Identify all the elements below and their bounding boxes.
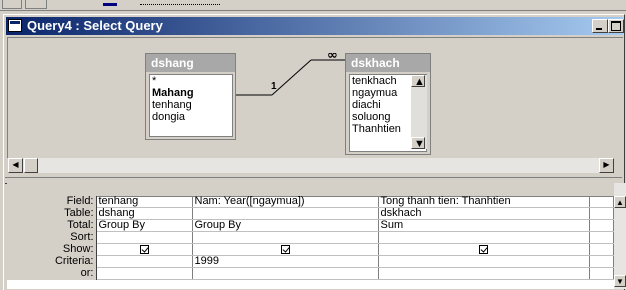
row-label: Field: [7, 196, 97, 208]
grid-cell[interactable] [192, 267, 379, 280]
table-dskhach[interactable]: dskhach tenkhach ngaymua diachi soluong … [345, 53, 431, 155]
field-item[interactable]: * [150, 75, 232, 87]
table-title[interactable]: dshang [146, 54, 235, 72]
table-dshang[interactable]: dshang * Mahang tenhang dongia [145, 53, 236, 140]
grid-cell[interactable]: Sum [378, 219, 590, 232]
grid-column-selectors[interactable] [7, 183, 614, 197]
field-item-key[interactable]: Mahang [150, 87, 232, 99]
query-window-icon[interactable] [8, 19, 22, 32]
scroll-down-button[interactable]: ▼ [614, 275, 626, 287]
field-list-scrollbar[interactable]: ▲ ▼ [411, 75, 427, 150]
table-title[interactable]: dskhach [346, 54, 430, 72]
row-label: Show: [7, 243, 97, 256]
grid-row-field: Field: tenhang Nam: Year([ngaymua]) Tong… [7, 196, 614, 208]
grid-cell[interactable]: Nam: Year([ngaymua]) [192, 196, 379, 208]
grid-cell[interactable] [589, 243, 614, 256]
grid-row-sort: Sort: [7, 231, 614, 244]
row-label: or: [7, 267, 97, 280]
grid-cell[interactable] [192, 231, 379, 244]
grid-cell[interactable] [589, 207, 614, 220]
grid-cell[interactable]: Group By [96, 219, 193, 232]
grid-cell[interactable] [378, 231, 590, 244]
grid-cell[interactable] [192, 207, 379, 220]
field-list[interactable]: tenkhach ngaymua diachi soluong Thanhtie… [349, 74, 427, 152]
grid-row-table: Table: dshang dskhach [7, 207, 614, 220]
show-checkbox-checked-icon[interactable] [280, 244, 290, 254]
scroll-left-button[interactable]: ◀ [8, 158, 23, 173]
grid-cell[interactable]: dskhach [378, 207, 590, 220]
grid-cell[interactable] [589, 267, 614, 280]
relationship-one-label: 1 [271, 81, 277, 92]
table-pane-hscrollbar[interactable]: ◀ ▶ [8, 158, 614, 173]
field-item[interactable]: dongia [150, 111, 232, 123]
scroll-down-button[interactable]: ▼ [411, 137, 425, 150]
show-checkbox-checked-icon[interactable] [139, 244, 149, 254]
query-design-grid[interactable]: Field: tenhang Nam: Year([ngaymua]) Tong… [7, 196, 614, 280]
grid-cell[interactable] [589, 219, 614, 232]
grid-row-or: or: [7, 267, 614, 280]
left-arrow-icon: ◀ [12, 160, 19, 169]
row-label: Criteria: [7, 255, 97, 268]
grid-row-show: Show: [7, 243, 614, 256]
grid-vscrollbar[interactable]: ▲ ▼ [614, 183, 626, 289]
grid-cell[interactable]: 1999 [192, 255, 379, 268]
show-checkbox-checked-icon[interactable] [479, 244, 488, 254]
grid-cell[interactable] [589, 255, 614, 268]
grid-cell[interactable] [378, 267, 590, 280]
minimize-button[interactable] [592, 19, 608, 33]
grid-row-criteria: Criteria: 1999 [7, 255, 614, 268]
toolbar [0, 0, 626, 11]
row-label: Sort: [7, 231, 97, 244]
scroll-right-button[interactable]: ▶ [599, 158, 614, 173]
down-arrow-icon: ▼ [414, 138, 425, 150]
relationship-line[interactable]: 1 ∞ [234, 53, 346, 103]
grid-cell[interactable]: Group By [192, 219, 379, 232]
window-title: Query4 : Select Query [27, 18, 163, 33]
down-arrow-icon: ▼ [616, 277, 624, 286]
grid-cell[interactable] [96, 243, 193, 256]
relationship-many-label: ∞ [327, 53, 338, 63]
grid-cell[interactable]: Tong thanh tien: Thanhtien [378, 196, 590, 208]
grid-cell[interactable] [378, 255, 590, 268]
grid-cell[interactable] [192, 243, 379, 256]
up-arrow-icon: ▲ [616, 198, 624, 207]
grid-cell[interactable] [96, 267, 193, 280]
maximize-button[interactable] [608, 19, 624, 33]
up-arrow-icon: ▲ [414, 76, 425, 88]
scroll-up-button[interactable]: ▲ [614, 196, 626, 208]
right-arrow-icon: ▶ [603, 160, 610, 169]
grid-cell[interactable] [96, 231, 193, 244]
toolbar-button[interactable] [25, 0, 47, 9]
row-label: Table: [7, 207, 97, 220]
grid-cell[interactable] [589, 196, 614, 208]
grid-cell[interactable] [96, 255, 193, 268]
toolbar-button[interactable] [103, 3, 117, 6]
scroll-up-button[interactable]: ▲ [411, 75, 425, 88]
field-list[interactable]: * Mahang tenhang dongia [149, 74, 233, 137]
toolbar-button[interactable] [140, 0, 220, 5]
scroll-thumb[interactable] [24, 158, 38, 173]
field-item[interactable]: tenhang [150, 99, 232, 111]
grid-cell[interactable]: dshang [96, 207, 193, 220]
grid-cell[interactable] [378, 243, 590, 256]
grid-cell[interactable]: tenhang [96, 196, 193, 208]
row-label: Total: [7, 219, 97, 232]
grid-row-total: Total: Group By Group By Sum [7, 219, 614, 232]
toolbar-button[interactable] [2, 0, 22, 9]
grid-cell[interactable] [589, 231, 614, 244]
